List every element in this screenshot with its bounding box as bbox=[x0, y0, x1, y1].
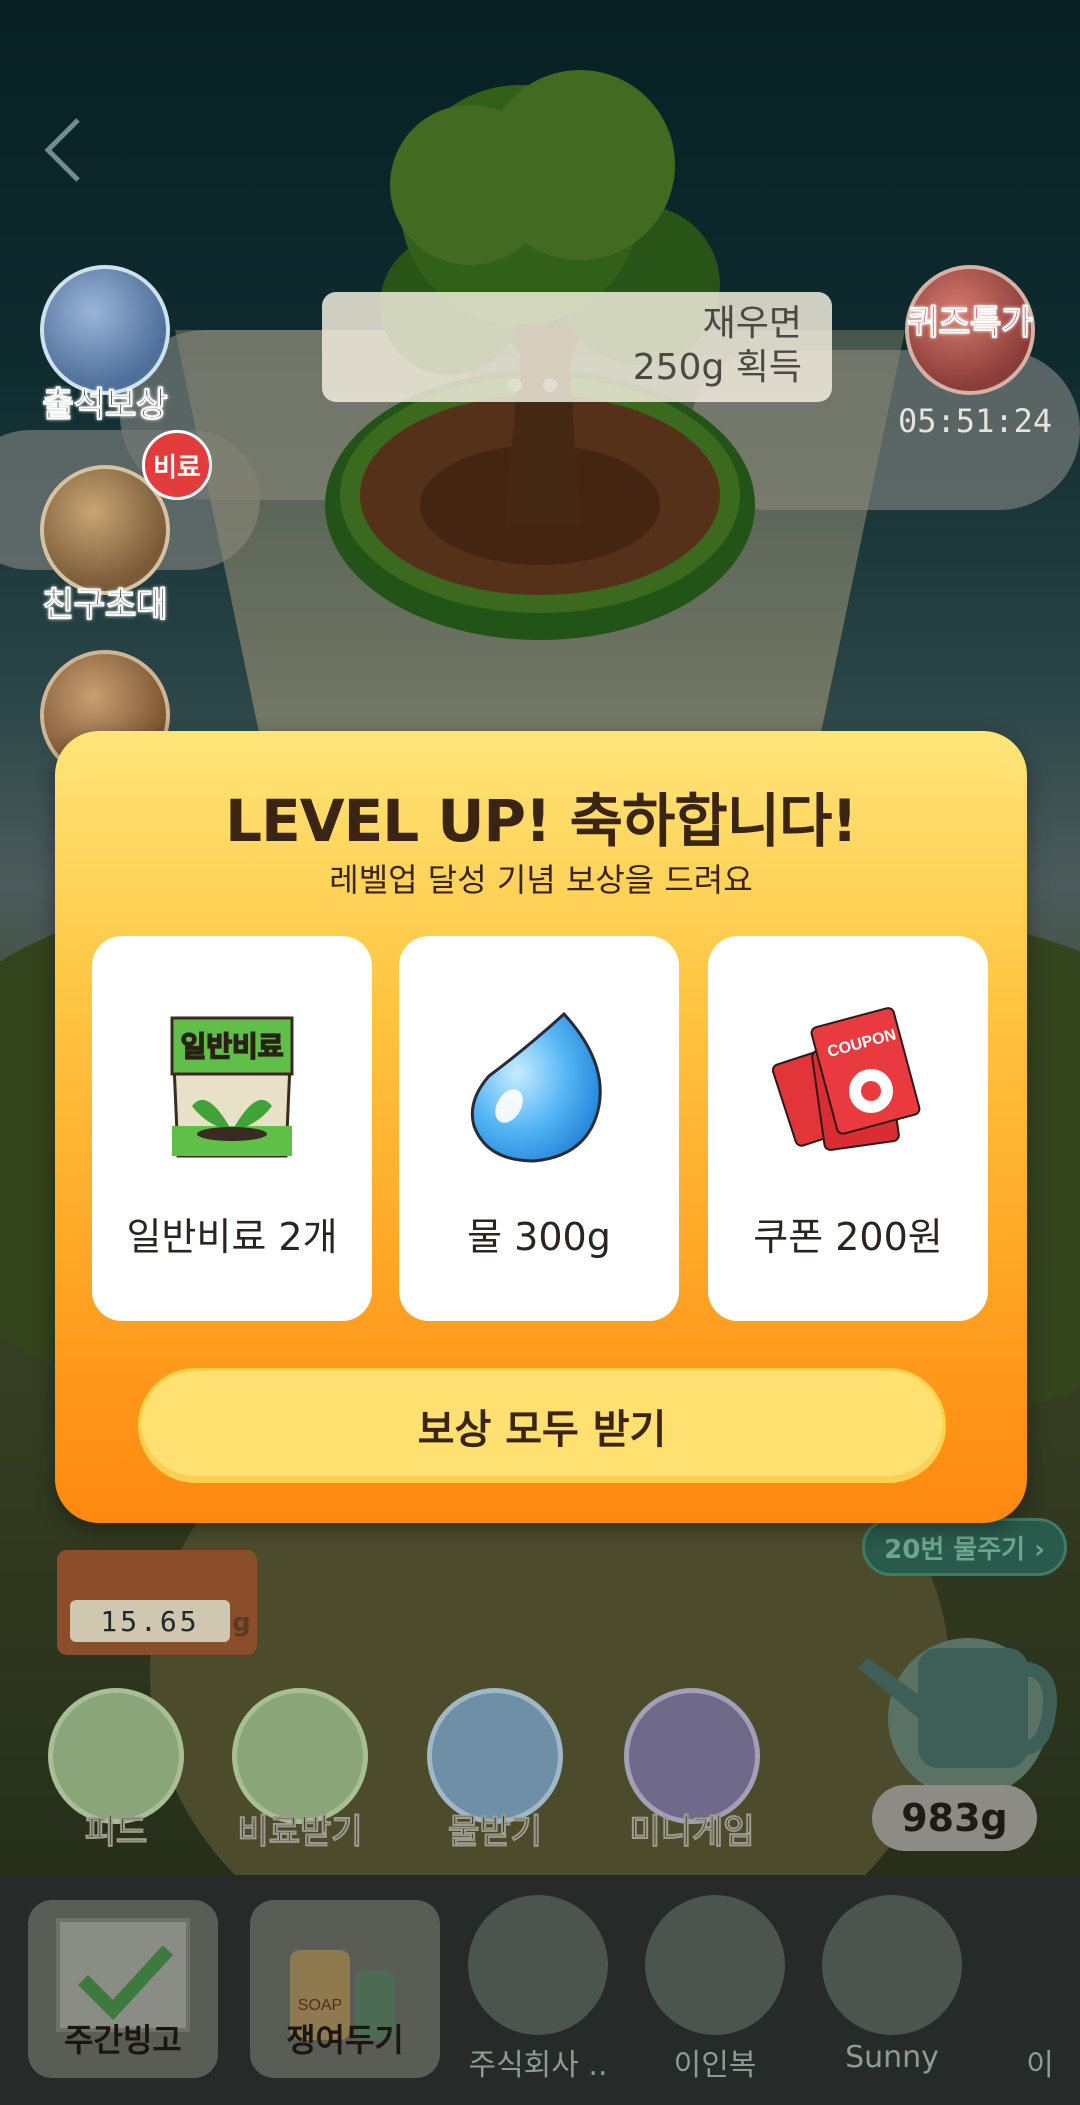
feed-button[interactable]: 피드 bbox=[36, 1688, 196, 1853]
claim-all-rewards-button[interactable]: 보상 모두 받기 bbox=[138, 1368, 946, 1483]
reward-label: 물 300g bbox=[467, 1215, 611, 1259]
get-water-label: 물받기 bbox=[448, 1812, 543, 1853]
fertilizer-bag-icon: 일반비료 bbox=[170, 1016, 294, 1158]
bag-text: 일반비료 bbox=[180, 1030, 283, 1063]
attendance-label: 출석보상 bbox=[42, 385, 168, 426]
fertilizer-badge: 비료 bbox=[142, 430, 212, 500]
speech-line-2: 250g 획득 bbox=[632, 347, 802, 388]
speech-bubble: 재우면 250g 획득 bbox=[322, 292, 832, 402]
water-drop-icon bbox=[470, 1011, 602, 1163]
reward-card-water: 물 300g bbox=[399, 936, 679, 1321]
reward-card-fertilizer: 일반비료 일반비료 2개 bbox=[92, 936, 372, 1321]
shop-label: 이인복 bbox=[673, 2048, 757, 2083]
invite-label: 친구초대 bbox=[42, 585, 168, 626]
shop-label: 주식회사 .. bbox=[468, 2048, 608, 2083]
speech-line-1: 재우면 bbox=[702, 303, 802, 344]
feed-label: 피드 bbox=[84, 1812, 148, 1853]
back-arrow-icon[interactable] bbox=[40, 115, 90, 185]
attendance-reward-button[interactable]: 출석보상 bbox=[30, 265, 180, 426]
shop-label: Sunny bbox=[845, 2040, 939, 2075]
water-20-times-button[interactable]: 20번 물주기 › bbox=[862, 1518, 1067, 1576]
reward-label: 쿠폰 200원 bbox=[753, 1215, 943, 1259]
stock-up-label: 쟁여두기 bbox=[286, 2021, 404, 2059]
get-fertilizer-label: 비료받기 bbox=[237, 1812, 363, 1853]
coupon-icon: COUPON bbox=[771, 1007, 921, 1151]
quiz-label: 퀴즈특가 bbox=[907, 303, 1033, 344]
shop-photo-avatar[interactable] bbox=[822, 1895, 962, 2035]
mini-game-button[interactable]: 미니게임 bbox=[612, 1688, 772, 1853]
quiz-special-button[interactable]: 퀴즈특가 bbox=[895, 265, 1045, 395]
modal-title: LEVEL UP! 축하합니다! bbox=[225, 787, 858, 855]
reward-label: 일반비료 2개 bbox=[126, 1215, 338, 1259]
mini-game-label: 미니게임 bbox=[629, 1812, 755, 1853]
water-amount: 983g bbox=[872, 1785, 1037, 1851]
level-up-modal: LEVEL UP! 축하합니다! 레벨업 달성 기념 보상을 드려요 일반비료 … bbox=[55, 731, 1027, 1523]
get-fertilizer-button[interactable]: 비료받기 bbox=[220, 1688, 380, 1853]
reward-card-coupon: COUPON 쿠폰 200원 bbox=[708, 936, 988, 1321]
modal-subtitle: 레벨업 달성 기념 보상을 드려요 bbox=[329, 861, 753, 899]
shop-photo-avatar[interactable] bbox=[645, 1895, 785, 2035]
quiz-timer: 05:51:24 bbox=[898, 402, 1053, 440]
soap-text: SOAP bbox=[298, 1997, 342, 2014]
get-water-button[interactable]: 물받기 bbox=[415, 1688, 575, 1853]
scale-value: 15.65 bbox=[70, 1600, 230, 1642]
watering-can-icon[interactable] bbox=[848, 1608, 1058, 1798]
weekly-bingo-label: 주간빙고 bbox=[64, 2021, 182, 2059]
scale-unit: g bbox=[232, 1608, 251, 1638]
shop-photo-avatar[interactable] bbox=[468, 1895, 608, 2035]
shop-label: 이 bbox=[1026, 2048, 1054, 2083]
potion-icon bbox=[40, 265, 170, 395]
